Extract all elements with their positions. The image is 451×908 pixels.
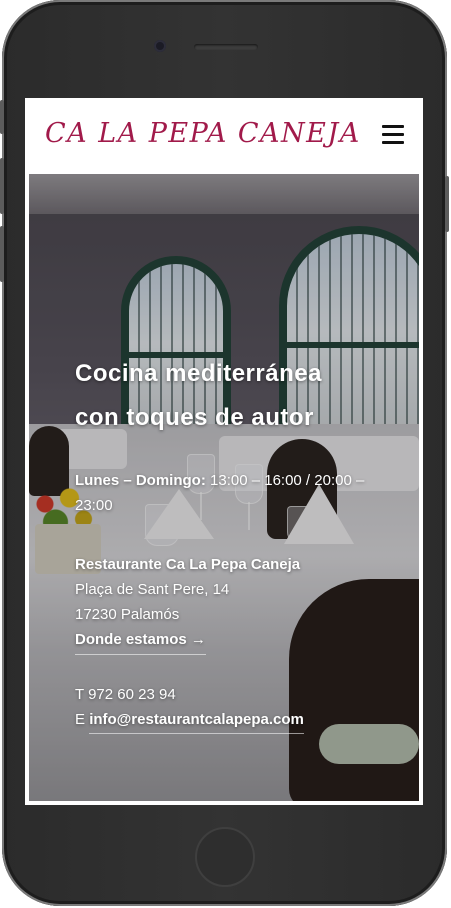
opening-hours: Lunes – Domingo: 13:00 – 16:00 / 20:00 –… [75, 468, 375, 518]
site-header: CA LA PEPA CANEJA [25, 98, 423, 174]
hero-title-line2: con toques de autor [75, 404, 314, 431]
hero-title-line1: Cocina mediterránea [75, 360, 322, 387]
speaker-grille [194, 44, 258, 50]
phone-prefix: T [75, 686, 84, 703]
hamburger-menu-icon[interactable] [382, 125, 404, 145]
phone-line: T 972 60 23 94 [75, 682, 375, 707]
home-button[interactable] [195, 827, 255, 887]
address-name: Restaurante Ca La Pepa Caneja [75, 556, 301, 573]
contact-block: T 972 60 23 94 E info@restaurantcalapepa… [75, 682, 375, 734]
device-power-button [445, 176, 449, 232]
map-link[interactable]: Donde estamos → [75, 629, 206, 655]
phone-number[interactable]: 972 60 23 94 [88, 686, 176, 703]
device-volume-down-button [0, 226, 4, 282]
phone-frame: CA LA PEPA CANEJA Cocina mediterránea co… [0, 0, 449, 906]
front-camera-icon [154, 40, 166, 52]
email-link[interactable]: info@restaurantcalapepa.com [89, 709, 304, 734]
device-volume-up-button [0, 158, 4, 214]
device-screen: CA LA PEPA CANEJA Cocina mediterránea co… [25, 98, 423, 805]
device-side-button-left [0, 100, 4, 134]
address-block: Restaurante Ca La Pepa Caneja Plaça de S… [75, 552, 375, 655]
hero-title: Cocina mediterránea con toques de autor [75, 352, 375, 440]
email-prefix: E [75, 711, 86, 728]
hours-label: Lunes – Domingo: [75, 472, 206, 489]
address-street: Plaça de Sant Pere, 14 [75, 581, 230, 598]
address-city: 17230 Palamós [75, 606, 180, 623]
hero-section: Cocina mediterránea con toques de autor … [29, 174, 419, 801]
email-line: E info@restaurantcalapepa.com [75, 707, 375, 734]
site-logo[interactable]: CA LA PEPA CANEJA [45, 118, 361, 149]
